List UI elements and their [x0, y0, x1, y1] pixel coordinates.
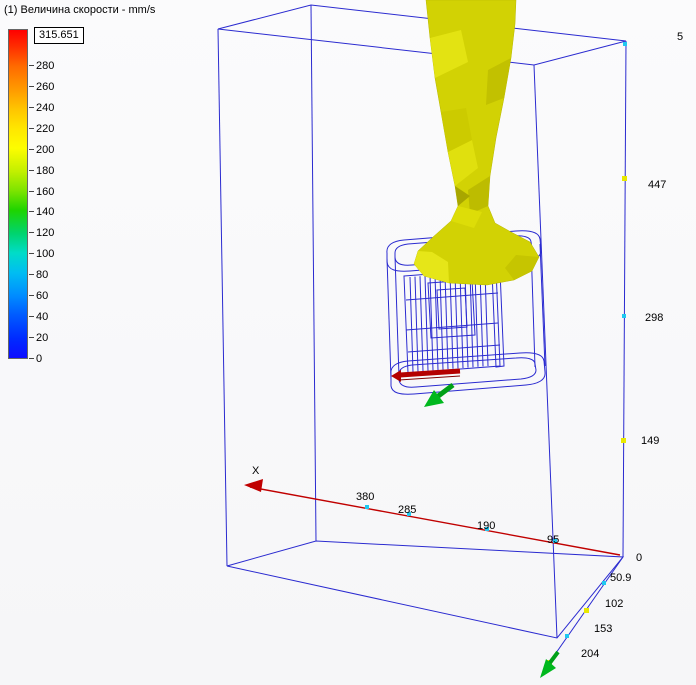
legend-tick: 60 — [28, 291, 54, 302]
x-tick-380: 380 — [356, 491, 374, 503]
legend-tick: 20 — [28, 332, 54, 343]
y-tick-204: 204 — [581, 648, 599, 660]
legend-tick: 200 — [28, 143, 55, 156]
legend-tick: 0 — [28, 353, 54, 364]
color-legend: (1) Величина скорости - mm/s 315.651 280… — [4, 4, 156, 364]
3d-scene-canvas[interactable]: X 380 285 190 95 5 447 298 149 0 50.9 10… — [0, 0, 696, 685]
legend-tick: 40 — [28, 312, 54, 323]
legend-tick: 160 — [28, 185, 55, 198]
z-ruler: 5 447 298 149 0 — [621, 31, 683, 564]
z-tick-447: 447 — [648, 179, 666, 191]
legend-tick: 180 — [28, 164, 55, 177]
legend-color-bar[interactable] — [8, 29, 28, 359]
legend-tick: 120 — [28, 227, 55, 240]
x-tick-285: 285 — [398, 504, 416, 516]
y-tick-102: 102 — [605, 598, 623, 610]
x-axis-label: X — [252, 465, 260, 477]
y-axis-arrowhead — [540, 659, 556, 678]
legend-tick: 240 — [28, 101, 55, 114]
legend-tick: 100 — [28, 248, 55, 261]
x-ruler: X 380 285 190 95 — [244, 465, 621, 556]
legend-tick: 140 — [28, 206, 55, 219]
x-tick-190: 190 — [477, 520, 495, 532]
z-tick-top: 5 — [677, 31, 683, 43]
x-tick-95: 95 — [547, 534, 559, 546]
y-axis-arrow-shaft — [547, 650, 560, 666]
legend-title: (1) Величина скорости - mm/s — [4, 4, 156, 16]
x-axis-arrowhead — [244, 479, 263, 492]
graphics-viewport[interactable]: X 380 285 190 95 5 447 298 149 0 50.9 10… — [0, 0, 696, 685]
legend-tick: 280 — [28, 60, 55, 72]
legend-max-value: 315.651 — [34, 27, 84, 44]
z-tick-149: 149 — [641, 435, 659, 447]
model-y-axis-arrow — [424, 383, 455, 407]
model-x-axis-arrow — [391, 368, 461, 382]
domain-box-wireframe — [217, 4, 627, 639]
y-tick-50-9: 50.9 — [610, 572, 631, 584]
legend-tick: 80 — [28, 270, 54, 281]
y-ruler: 50.9 102 153 204 — [540, 556, 631, 678]
z-tick-0: 0 — [636, 552, 642, 564]
velocity-isosurface[interactable] — [413, 0, 540, 286]
legend-tick: 260 — [28, 80, 55, 93]
y-tick-153: 153 — [594, 623, 612, 635]
legend-tick: 220 — [28, 122, 55, 135]
z-tick-298: 298 — [645, 312, 663, 324]
legend-ticks: 280 260 240 220 200 180 160 140 120 100 80 60 40 20 0 — [28, 60, 55, 364]
